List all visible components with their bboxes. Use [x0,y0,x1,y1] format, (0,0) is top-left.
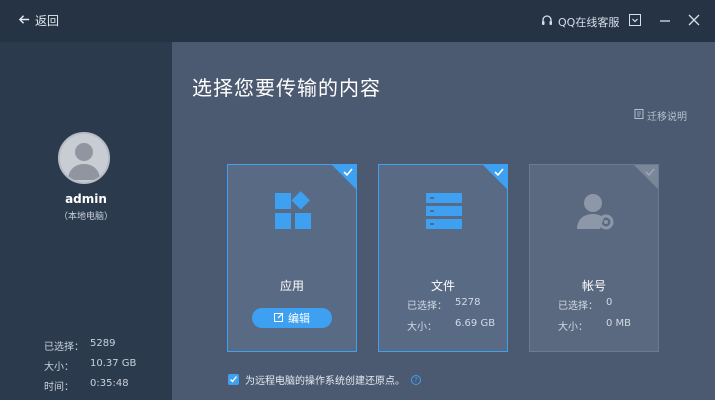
user-avatar-icon [60,134,108,182]
apps-icon [271,189,315,233]
title-bar: 返回 QQ在线客服 [0,0,715,42]
checkmark-icon [342,166,354,178]
back-label: 返回 [35,14,60,28]
accounts-size-stat: 大小： 0 MB [558,318,632,333]
card-label: 应用 [279,279,304,293]
restore-point-label: 为远程电脑的操作系统创建还原点。 [245,376,405,387]
card-accounts[interactable]: 帐号 已选择： 0 大小： 0 MB [529,164,659,352]
edit-icon [274,312,284,325]
checkmark-icon [493,166,505,178]
edit-button[interactable]: 编辑 [252,308,332,328]
files-icon [422,189,466,233]
accounts-selected-stat: 已选择： 0 [558,297,613,312]
card-label: 帐号 [581,279,606,293]
minimize-icon [628,13,642,27]
restore-point-checkbox[interactable] [228,374,239,385]
back-arrow-icon [18,13,31,29]
back-button[interactable]: 返回 [18,12,59,29]
avatar [58,132,110,184]
files-selected-stat: 已选择： 5278 [407,297,481,312]
card-files[interactable]: 文件 已选择： 5278 大小： 6.69 GB [378,164,508,352]
card-apps[interactable]: 应用 编辑 [227,164,357,352]
qq-support-link[interactable]: QQ在线客服 [540,13,619,30]
restore-point-option: 为远程电脑的操作系统创建还原点。 ? [228,372,421,387]
checkmark-icon [644,166,656,178]
files-size-stat: 大小： 6.69 GB [407,318,496,333]
migration-help-link[interactable]: 迁移说明 [634,108,687,123]
close-button[interactable] [687,13,701,27]
close-icon [687,13,701,27]
minimize-line-icon [658,13,672,27]
account-gear-icon [573,189,617,233]
username: admin [65,192,107,206]
doc-icon [634,109,644,122]
stat-time: 时间： 0:35:48 [44,378,129,393]
qq-support-label: QQ在线客服 [558,15,620,29]
sidebar: admin （本地电脑） 已选择： 5289 大小： 10.37 GB 时间： … [0,42,172,400]
user-description: （本地电脑） [58,212,113,222]
headset-icon [540,13,554,30]
help-icon[interactable]: ? [411,374,421,385]
stat-size: 大小： 10.37 GB [44,358,137,373]
minimize-line-button[interactable] [658,13,672,27]
help-label: 迁移说明 [647,112,687,123]
stat-selected: 已选择： 5289 [44,338,116,353]
page-title: 选择您要传输的内容 [192,76,381,100]
minimize-button[interactable] [628,13,642,27]
edit-label: 编辑 [288,312,310,325]
card-label: 文件 [430,279,455,293]
